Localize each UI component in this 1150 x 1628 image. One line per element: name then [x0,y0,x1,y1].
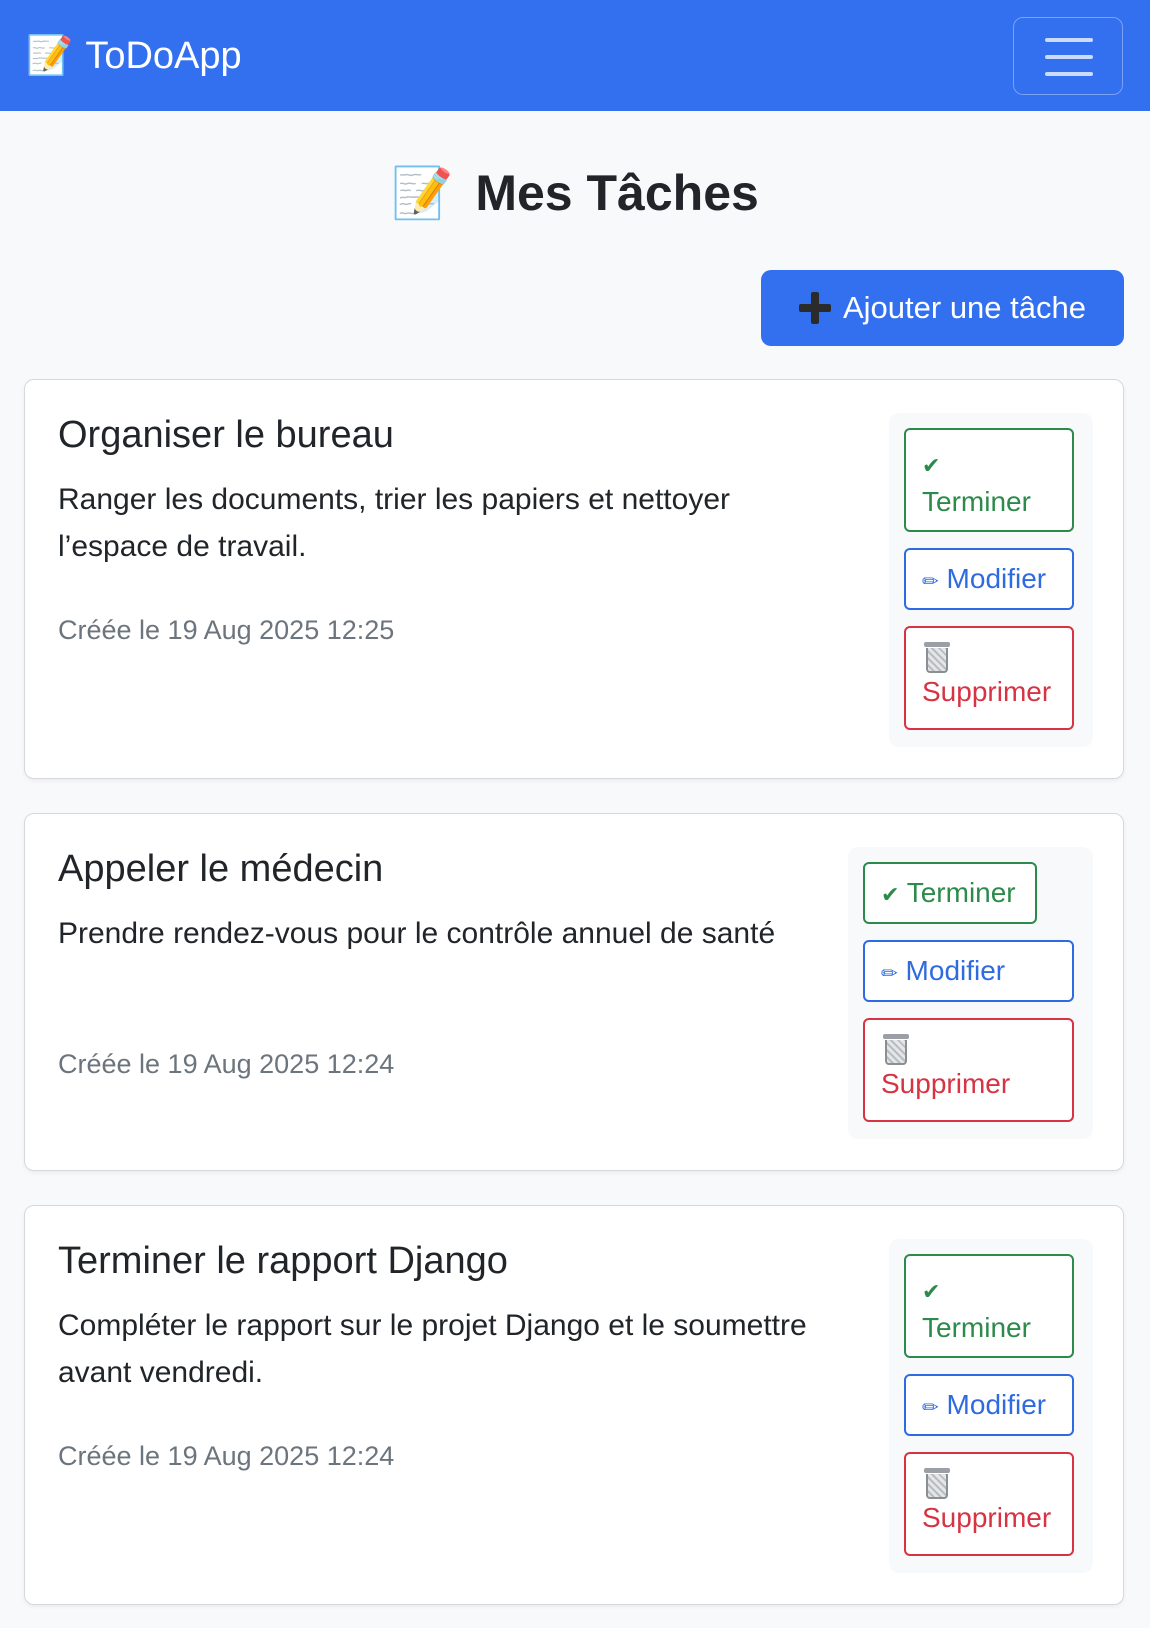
edit-task-button[interactable]: ✏ Modifier [904,548,1074,610]
complete-label: Terminer [906,877,1016,908]
task-actions: ✔ Terminer ✏ Modifier Supprimer [848,847,1093,1139]
complete-label: Terminer [922,1312,1031,1343]
edit-label: Modifier [946,563,1047,594]
pencil-icon: ✏ [881,963,898,985]
task-title: Appeler le médecin [58,848,384,890]
pencil-icon: ✏ [922,571,939,593]
delete-task-button[interactable]: Supprimer [904,626,1074,730]
complete-task-button[interactable]: ✔ Terminer [863,862,1037,924]
task-title: Terminer le rapport Django [58,1240,508,1282]
navbar: 📝 ToDoApp [0,0,1150,111]
task-created-date: Créée le 19 Aug 2025 12:24 [58,1049,395,1079]
add-task-label: Ajouter une tâche [842,290,1086,325]
complete-task-button[interactable]: ✔ Terminer [904,428,1074,532]
task-actions: ✔ Terminer ✏ Modifier Supprimer [889,413,1093,747]
task-card: Terminer le rapport Django Compléter le … [24,1205,1124,1605]
delete-task-button[interactable]: Supprimer [863,1018,1074,1122]
hamburger-menu-icon-bar [1045,72,1093,76]
task-actions: ✔ Terminer ✏ Modifier Supprimer [889,1239,1093,1573]
check-icon: ✔ [922,1279,941,1304]
check-icon: ✔ [881,882,900,907]
hamburger-menu-icon [1045,38,1093,42]
delete-label: Supprimer [881,1068,1011,1099]
task-card: Appeler le médecin Prendre rendez-vous p… [24,813,1124,1171]
complete-task-button[interactable]: ✔ Terminer [904,1254,1074,1358]
task-description: Prendre rendez-vous pour le contrôle ann… [58,917,776,950]
delete-task-button[interactable]: Supprimer [904,1452,1074,1556]
task-card: Organiser le bureau Ranger les documents… [24,379,1124,779]
check-icon: ✔ [922,453,941,478]
page-title: 📝 Mes Tâches [0,160,1150,226]
delete-label: Supprimer [922,1502,1052,1533]
edit-task-button[interactable]: ✏ Modifier [904,1374,1074,1436]
edit-label: Modifier [905,955,1006,986]
add-task-button[interactable]: Ajouter une tâche [761,270,1124,346]
task-description: Ranger les documents, trier les papiers … [58,483,730,563]
hamburger-menu-icon-bar [1045,55,1093,59]
pencil-icon: ✏ [922,1397,939,1419]
trash-icon [922,640,952,674]
brand-link[interactable]: 📝 ToDoApp [26,28,242,84]
memo-icon: 📝 [391,165,454,221]
trash-icon [881,1032,911,1066]
edit-label: Modifier [946,1389,1047,1420]
task-title: Organiser le bureau [58,414,394,456]
trash-icon [922,1466,952,1500]
task-description: Compléter le rapport sur le projet Djang… [58,1309,807,1389]
complete-label: Terminer [922,486,1031,517]
brand-name: ToDoApp [85,34,242,77]
task-created-date: Créée le 19 Aug 2025 12:24 [58,1441,395,1471]
plus-icon [798,292,831,324]
delete-label: Supprimer [922,676,1052,707]
memo-icon: 📝 [26,35,74,77]
page-title-text: Mes Tâches [475,165,759,221]
edit-task-button[interactable]: ✏ Modifier [863,940,1074,1002]
task-created-date: Créée le 19 Aug 2025 12:25 [58,615,395,645]
navbar-toggler-button[interactable] [1013,17,1123,95]
